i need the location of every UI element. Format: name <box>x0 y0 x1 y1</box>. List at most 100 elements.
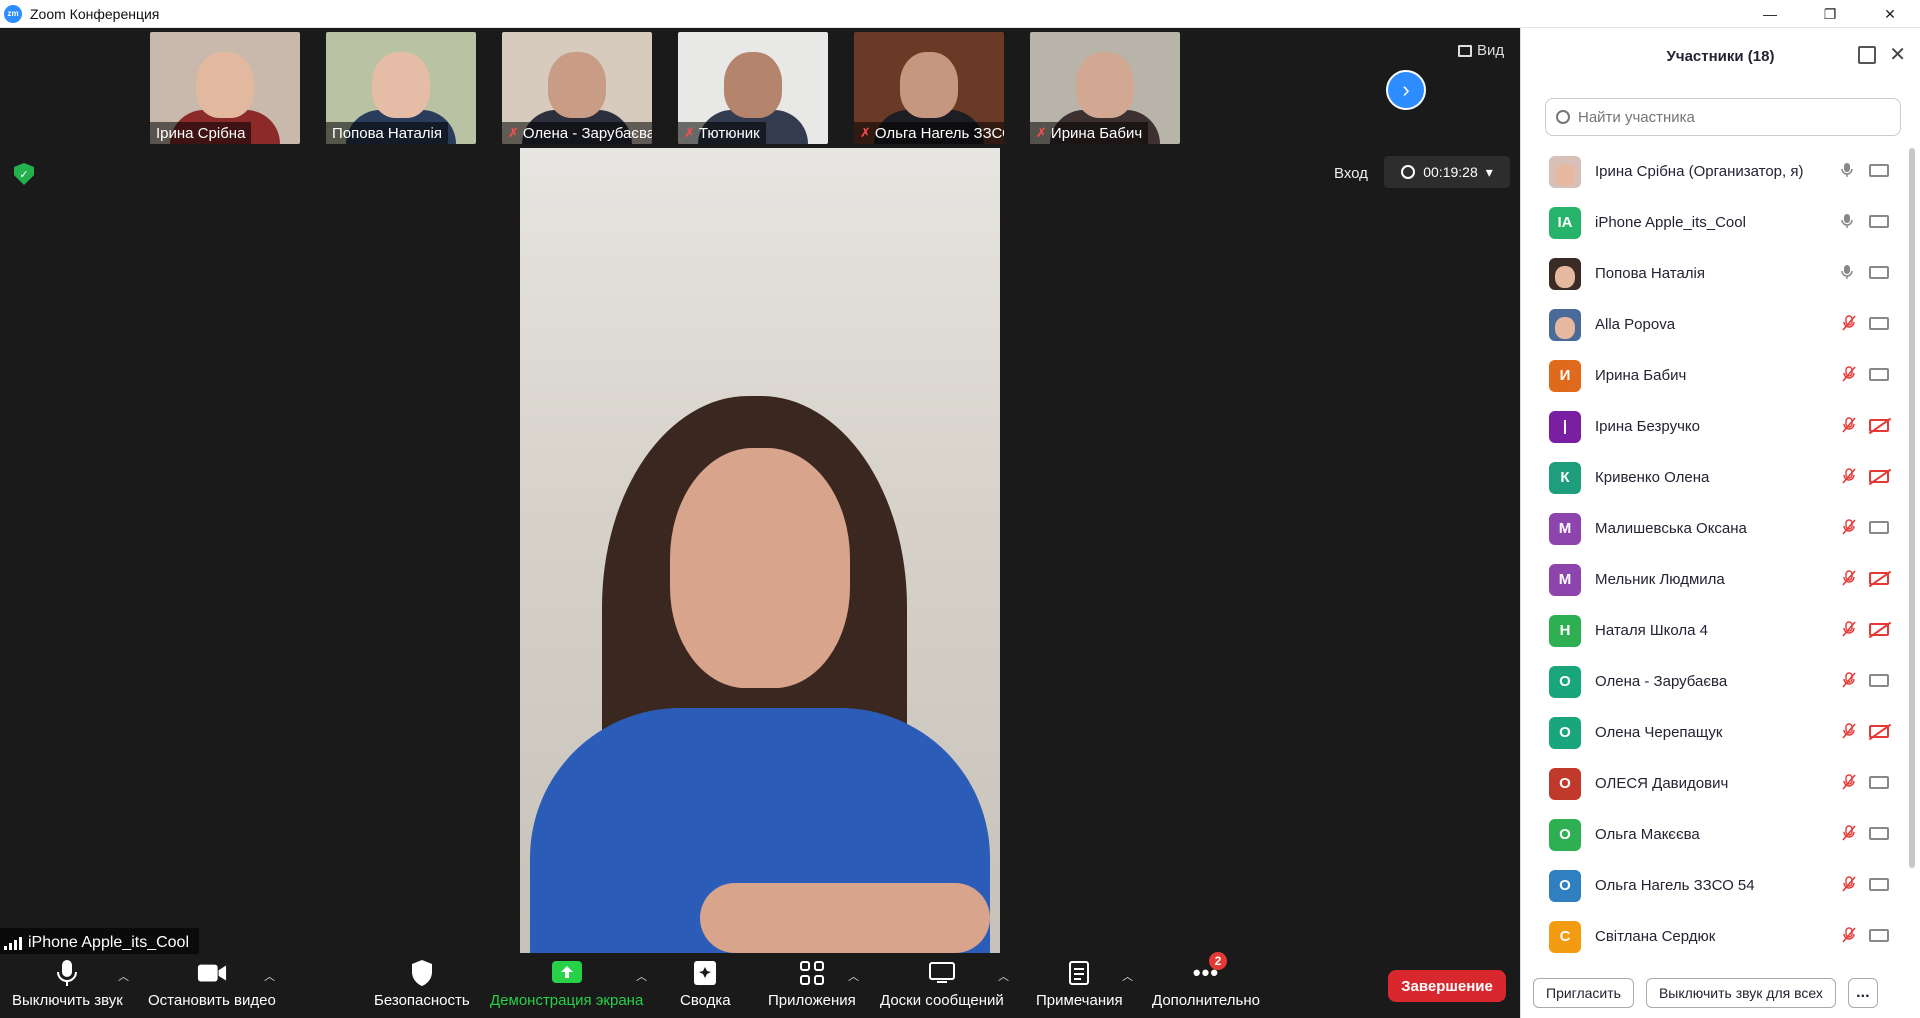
notes-button[interactable]: Примечания <box>1036 958 1123 1009</box>
participant-row[interactable]: М Мельник Людмила <box>1521 554 1905 605</box>
stop-video-button[interactable]: Остановить видео <box>148 958 276 1009</box>
camera-off-icon[interactable] <box>1869 725 1889 738</box>
microphone-icon[interactable] <box>1841 264 1853 283</box>
camera-icon[interactable] <box>1869 878 1889 891</box>
entry-label[interactable]: Вход <box>1334 165 1368 182</box>
camera-off-icon[interactable] <box>1869 623 1889 636</box>
participant-tile[interactable]: Ірина Срібна <box>150 32 300 144</box>
participant-row[interactable]: О Олена - Зарубаєва <box>1521 656 1905 707</box>
participant-name: Світлана Сердюк <box>1595 928 1716 945</box>
boards-options-caret[interactable]: ︿ <box>998 968 1009 984</box>
mic-muted-icon[interactable] <box>1841 366 1857 385</box>
camera-off-icon[interactable] <box>1869 470 1889 483</box>
participant-row[interactable]: Alla Popova <box>1521 299 1905 350</box>
camera-icon[interactable] <box>1869 317 1889 330</box>
participant-tile[interactable]: ✗Ольга Нагель ЗЗСО 54 <box>854 32 1004 144</box>
mic-muted-icon: ✗ <box>684 125 695 140</box>
mute-all-button[interactable]: Выключить звук для всех <box>1645 978 1836 1008</box>
participant-name: Ірина Срібна (Организатор, я) <box>1595 163 1804 180</box>
camera-icon[interactable] <box>1869 266 1889 279</box>
participant-row[interactable]: IA iPhone Apple_its_Cool <box>1521 197 1905 248</box>
participant-tile[interactable]: ✗ Ирина Бабич <box>1030 32 1180 144</box>
video-options-caret[interactable]: ︿ <box>264 968 275 984</box>
invite-button[interactable]: Пригласить <box>1533 978 1634 1008</box>
camera-icon[interactable] <box>1869 929 1889 942</box>
mute-button[interactable]: Выключить звук <box>12 958 123 1009</box>
camera-icon[interactable] <box>1869 368 1889 381</box>
mic-muted-icon[interactable] <box>1841 315 1857 334</box>
participant-row[interactable]: О Ольга Макєєва <box>1521 809 1905 860</box>
title-bar: zm Zoom Конференция — ❐ ✕ <box>0 0 1920 28</box>
camera-icon[interactable] <box>1869 827 1889 840</box>
camera-icon[interactable] <box>1869 521 1889 534</box>
participant-row[interactable]: О Олена Черепащук <box>1521 707 1905 758</box>
camera-off-icon[interactable] <box>1869 419 1889 432</box>
encryption-shield-icon[interactable]: ✓ <box>14 163 34 185</box>
participant-row[interactable]: С Світлана Сердюк <box>1521 911 1905 962</box>
participant-name: Ольга Макєєва <box>1595 826 1700 843</box>
minimize-button[interactable]: — <box>1740 0 1800 28</box>
tile-name-label: ✗Ольга Нагель ЗЗСО 54 <box>854 122 1004 144</box>
more-options-button[interactable]: ... <box>1847 978 1878 1008</box>
mic-muted-icon[interactable] <box>1841 570 1857 589</box>
mic-muted-icon[interactable] <box>1841 774 1857 793</box>
share-options-caret[interactable]: ︿ <box>636 968 647 984</box>
end-meeting-button[interactable]: Завершение <box>1388 970 1506 1002</box>
search-field[interactable] <box>1545 98 1901 136</box>
apps-button[interactable]: Приложения <box>768 958 856 1009</box>
microphone-icon[interactable] <box>1841 213 1853 232</box>
camera-icon[interactable] <box>1869 164 1889 177</box>
participant-row[interactable]: К Кривенко Олена <box>1521 452 1905 503</box>
mic-muted-icon[interactable] <box>1841 519 1857 538</box>
meeting-toolbar: Выключить звук ︿ Остановить видео ︿ Безо… <box>0 952 1520 1018</box>
stop-video-label: Остановить видео <box>148 992 276 1009</box>
mic-muted-icon[interactable] <box>1841 723 1857 742</box>
participant-row[interactable]: Ірина Срібна (Организатор, я) <box>1521 146 1905 197</box>
popout-icon[interactable] <box>1858 46 1876 64</box>
mute-options-caret[interactable]: ︿ <box>118 968 129 984</box>
search-input[interactable] <box>1578 108 1878 126</box>
participant-tile[interactable]: ✗ Олена - Зарубаєва <box>502 32 652 144</box>
mic-muted-icon[interactable] <box>1841 417 1857 436</box>
mic-muted-icon[interactable] <box>1841 468 1857 487</box>
close-window-button[interactable]: ✕ <box>1860 0 1920 28</box>
mic-muted-icon[interactable] <box>1841 927 1857 946</box>
summary-button[interactable]: Сводка <box>680 958 731 1009</box>
participant-tile[interactable]: ✗ Тютюник <box>678 32 828 144</box>
participant-row[interactable]: Попова Наталія <box>1521 248 1905 299</box>
boards-button[interactable]: Доски сообщений <box>880 958 1004 1009</box>
camera-icon[interactable] <box>1869 674 1889 687</box>
next-page-button[interactable]: › <box>1386 70 1426 110</box>
participant-name: Наталя Школа 4 <box>1595 622 1709 639</box>
mic-muted-icon[interactable] <box>1841 621 1857 640</box>
participant-row[interactable]: О Ольга Нагель ЗЗСО 54 <box>1521 860 1905 911</box>
participants-scrollbar[interactable] <box>1909 148 1915 868</box>
meeting-area: Ірина Срібна Попова Наталія ✗ Олена - Заруб… <box>0 28 1520 1018</box>
meeting-timer[interactable]: 00:19:28 ▾ <box>1384 156 1510 188</box>
participants-header: Участники (18) ✕ <box>1521 28 1920 84</box>
mic-muted-icon[interactable] <box>1841 876 1857 895</box>
maximize-button[interactable]: ❐ <box>1800 0 1860 28</box>
microphone-icon[interactable] <box>1841 162 1853 181</box>
notes-options-caret[interactable]: ︿ <box>1122 968 1133 984</box>
tile-face <box>196 52 254 118</box>
mic-muted-icon[interactable] <box>1841 825 1857 844</box>
camera-icon[interactable] <box>1869 215 1889 228</box>
participant-tile[interactable]: Попова Наталія <box>326 32 476 144</box>
camera-icon[interactable] <box>1869 776 1889 789</box>
mic-muted-icon[interactable] <box>1841 672 1857 691</box>
participant-row[interactable]: | Ірина Безручко <box>1521 401 1905 452</box>
participant-row[interactable]: М Малишевська Оксана <box>1521 503 1905 554</box>
view-button[interactable]: Вид <box>1458 42 1504 59</box>
camera-off-icon[interactable] <box>1869 572 1889 585</box>
participant-row[interactable]: И Ирина Бабич <box>1521 350 1905 401</box>
more-dots-icon: ••• 2 <box>1191 952 1227 988</box>
share-screen-button[interactable]: Демонстрация экрана <box>490 958 643 1009</box>
close-icon[interactable]: ✕ <box>1889 42 1906 67</box>
apps-options-caret[interactable]: ︿ <box>848 968 859 984</box>
more-button[interactable]: ••• 2 Дополнительно <box>1152 952 1260 1009</box>
security-button[interactable]: Безопасность <box>374 958 470 1009</box>
participant-row[interactable]: Н Наталя Школа 4 <box>1521 605 1905 656</box>
participant-row[interactable]: О ОЛЕСЯ Давидович <box>1521 758 1905 809</box>
apps-label: Приложения <box>768 992 856 1009</box>
